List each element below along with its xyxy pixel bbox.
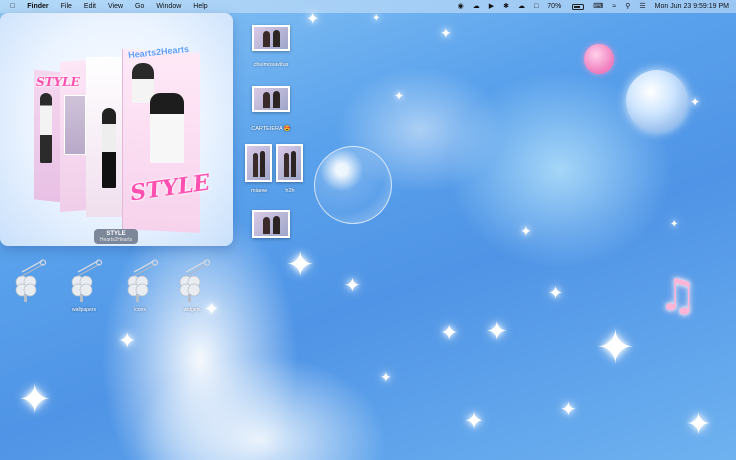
menu-file[interactable]: File (61, 3, 72, 10)
member-figure (40, 93, 52, 163)
creative-cloud-icon[interactable]: ◉ (458, 0, 464, 13)
sparkle-icon: ✦ (690, 95, 701, 109)
menu-clock[interactable]: Mon Jun 23 9:59:19 PM (655, 3, 729, 10)
desktop-file-caption[interactable]: h2h (260, 188, 320, 194)
desktop-file-thumbnail[interactable] (245, 144, 272, 182)
battery-percent: 70% (547, 3, 562, 10)
preview-label: STYLE Hearts2Hearts (94, 229, 138, 244)
music-note-icon: ♫ (658, 270, 698, 321)
album-artist: Hearts2Hearts (99, 237, 133, 243)
bluetooth-icon[interactable]: ✱ (503, 0, 509, 13)
desktop-file-thumbnail[interactable] (276, 144, 303, 182)
photo-strip (64, 95, 86, 155)
cloud-icon[interactable]: ☁ (518, 0, 525, 13)
copilot-icon[interactable]: ☁ (473, 0, 480, 13)
clover-pin-icon[interactable] (8, 258, 48, 304)
sparkle-icon: ✦ (520, 223, 532, 239)
pin-caption[interactable]: wallpapers (61, 307, 107, 313)
sparkle-icon: ✦ (286, 246, 315, 284)
style-logo-small: STYLE (36, 75, 80, 89)
sparkle-icon: ✦ (560, 399, 577, 421)
menu-window[interactable]: Window (156, 3, 181, 10)
album-name: STYLE (106, 231, 126, 237)
sparkle-icon: ✦ (344, 275, 361, 297)
search-icon[interactable]: ⚲ (625, 0, 630, 13)
menu-go[interactable]: Go (135, 3, 144, 10)
clover-pin-icon[interactable] (120, 258, 160, 304)
sparkle-icon: ✦ (686, 408, 712, 441)
pin-caption[interactable]: icons (117, 307, 163, 313)
menu-app-name[interactable]: Finder (27, 3, 48, 10)
desktop-file-thumbnail[interactable] (252, 210, 290, 238)
sparkle-icon: ✦ (548, 283, 564, 303)
member-figure (150, 93, 184, 163)
blue-charm-decoration (626, 70, 688, 132)
sparkle-icon: ✦ (118, 328, 137, 353)
menu-view[interactable]: View (108, 3, 123, 10)
sparkle-icon: ✦ (204, 299, 220, 319)
menu-bar:  Finder File Edit View Go Window Help ◉… (0, 0, 736, 13)
sparkle-icon: ✦ (670, 219, 679, 230)
desktop-file-thumbnail[interactable] (252, 86, 290, 112)
desktop-file-thumbnail[interactable] (252, 25, 290, 51)
battery-icon[interactable] (572, 3, 585, 10)
sparkle-icon: ✦ (440, 25, 452, 41)
member-figure (102, 108, 116, 188)
album-preview-window[interactable]: STYLE Hearts2Hearts STYLE STYLE Hearts2H… (0, 13, 233, 246)
clover-pin-icon[interactable] (172, 258, 212, 304)
control-center-icon[interactable]: ☰ (639, 0, 645, 13)
play-icon[interactable]: ▶ (489, 0, 494, 13)
desktop-file-caption[interactable]: CARTEIERA 😍 (241, 126, 301, 132)
sparkle-icon: ✦ (486, 316, 508, 346)
sparkle-icon: ✦ (440, 320, 459, 345)
wifi-icon[interactable]: ≈ (612, 0, 616, 13)
bubble-decoration (314, 146, 392, 224)
sparkle-icon: ✦ (394, 89, 405, 103)
clover-pin-icon[interactable] (64, 258, 104, 304)
sparkle-icon: ✦ (380, 369, 392, 385)
sparkle-icon: ✦ (18, 378, 52, 422)
sparkle-icon: ✦ (464, 408, 485, 435)
menu-help[interactable]: Help (193, 3, 207, 10)
window-icon[interactable]: □ (534, 0, 538, 13)
sparkle-icon: ✦ (306, 11, 320, 28)
apple-icon[interactable]:  (10, 0, 15, 13)
sparkle-icon: ✦ (596, 321, 635, 373)
desktop-file-caption[interactable]: chuimosavitus (241, 62, 301, 68)
sparkle-icon: ✦ (372, 13, 381, 24)
keyboard-icon[interactable]: ⌨ (593, 0, 603, 13)
pink-charm-decoration (584, 44, 614, 74)
menu-edit[interactable]: Edit (84, 3, 96, 10)
